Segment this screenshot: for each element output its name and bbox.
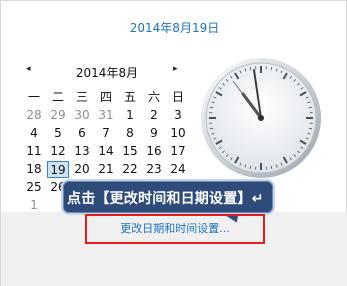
calendar-day[interactable]: 2 [143, 107, 165, 124]
calendar-day[interactable]: 9 [143, 125, 165, 142]
weekday-header: 一 [27, 90, 40, 104]
callout-text: 点击【更改时间和日期设置】↵ [67, 191, 264, 207]
weekday-header: 三 [75, 90, 88, 104]
calendar-day[interactable]: 13 [71, 143, 93, 160]
clock-center [258, 115, 264, 121]
calendar-day[interactable]: 16 [143, 143, 165, 160]
calendar-day[interactable]: 15 [119, 143, 141, 160]
calendar-day[interactable]: 14 [95, 143, 117, 160]
calendar-day[interactable]: 7 [95, 125, 117, 142]
clock-flyout: 2014年8月19日 ◂ 2014年8月 ▸ 一二三四五六日 28 29 30 31 1 2… [0, 0, 347, 286]
next-month-icon[interactable]: ▸ [173, 64, 178, 74]
full-date-link[interactable]: 2014年8月19日 [1, 19, 347, 36]
calendar-day[interactable]: 1 [23, 197, 45, 214]
weekday-header: 四 [99, 90, 112, 104]
weekday-header: 二 [51, 90, 64, 104]
calendar-day[interactable]: 17 [167, 143, 189, 160]
calendar-day[interactable]: 25 [23, 179, 45, 196]
calendar-day[interactable]: 6 [71, 125, 93, 142]
calendar-day[interactable]: 3 [167, 107, 189, 124]
change-date-time-settings-box[interactable]: 更改日期和时间设置... [85, 214, 265, 244]
weekday-header: 日 [171, 90, 184, 104]
calendar-day[interactable]: 28 [23, 107, 45, 124]
month-title[interactable]: 2014年8月 [23, 64, 191, 81]
calendar-day[interactable]: 18 [23, 161, 45, 178]
weekday-header: 五 [123, 90, 136, 104]
change-date-time-settings-link[interactable]: 更改日期和时间设置... [87, 216, 263, 242]
calendar-day[interactable]: 30 [71, 107, 93, 124]
calendar-day[interactable]: 31 [95, 107, 117, 124]
weekday-header: 六 [147, 90, 160, 104]
calendar-day[interactable]: 1 [119, 107, 141, 124]
calendar-day[interactable]: 10 [167, 125, 189, 142]
calendar: ◂ 2014年8月 ▸ 一二三四五六日 28 29 30 31 1 2 3 4 5 6 7 8 9 10 11… [23, 63, 191, 212]
calendar-day[interactable]: 29 [47, 107, 69, 124]
calendar-day[interactable]: 12 [47, 143, 69, 160]
calendar-day[interactable]: 5 [47, 125, 69, 142]
calendar-header: ◂ 2014年8月 ▸ [23, 63, 191, 81]
calendar-day[interactable]: 11 [23, 143, 45, 160]
analog-clock [201, 58, 321, 178]
calendar-day[interactable]: 8 [119, 125, 141, 142]
calendar-day[interactable]: 4 [23, 125, 45, 142]
